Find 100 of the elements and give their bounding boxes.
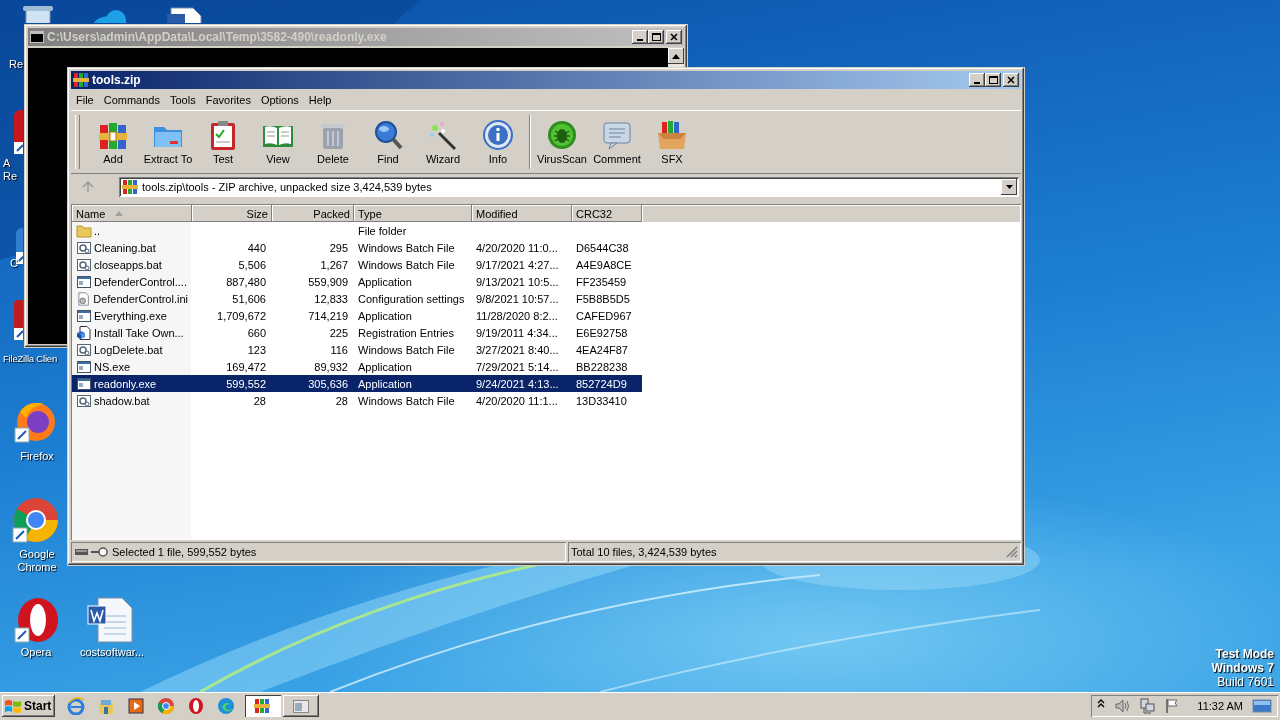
maximize-button[interactable] [648,30,664,44]
file-row[interactable]: Install Take Own... 660 225 Registration Entries 9/19/2011 4:34... E6E92758 [72,324,642,341]
column-header[interactable]: Name [72,205,192,222]
file-row[interactable]: NS.exe 169,472 89,932 Application 7/29/2021 5:14... BB228238 [72,358,642,375]
column-header[interactable]: Packed [272,205,354,222]
icon-label: costsoftwar... [78,646,146,659]
path-field[interactable]: tools.zip\tools - ZIP archive, unpacked size 3,424,539 bytes [119,177,1019,197]
toolbar-button[interactable]: Info [471,119,525,165]
status-text: Total 10 files, 3,424,539 bytes [571,546,717,558]
browser-icon[interactable] [12,496,60,544]
settings-file-icon [76,290,92,307]
toolbar-button[interactable]: Find [361,119,415,165]
search-icon [372,119,404,151]
table-cell-text: Windows Batch File [357,241,456,254]
windows-logo-icon [4,698,22,714]
minimize-button[interactable] [632,30,648,44]
table-cell-text: Application [357,275,413,288]
toolbar-button[interactable]: Wizard [416,119,470,165]
file-row[interactable]: shadow.bat 28 28 Windows Batch File 4/20/2020 11:1... 13D33410 [72,392,642,409]
close-icon [670,33,678,41]
toolbar-button[interactable]: Comment [590,119,644,165]
table-cell-text: 28 [252,394,267,407]
table-cell-text: F5B8B5D5 [575,292,631,305]
toolbar-button[interactable]: Test [196,119,250,165]
file-name: shadow.bat [94,394,150,407]
document-icon[interactable] [86,596,134,644]
table-cell-text: 5,506 [237,258,267,271]
flag-icon[interactable] [1164,698,1181,714]
console-icon [30,31,44,43]
file-row[interactable]: DefenderControl.... 887,480 559,909 Application 9/13/2021 10:5... FF235459 [72,273,642,290]
archive-icon [122,179,138,195]
file-name: .. [94,224,101,237]
maximize-button[interactable] [985,73,1001,87]
start-button[interactable]: Start [2,695,56,717]
menu-item[interactable]: Help [303,94,337,106]
table-cell-text: 225 [328,326,349,339]
clock[interactable]: 11:32 AM [1197,700,1243,712]
table-cell-text: 9/24/2021 4:13... [475,377,560,390]
table-cell-text: 440 [246,241,267,254]
caret-icon [1005,185,1013,189]
document-icon[interactable] [165,6,205,23]
menu-item[interactable]: Tools [165,94,201,106]
bug-icon [546,119,578,151]
gear-file-icon [76,392,92,409]
close-button[interactable] [666,30,682,44]
toolbar-button[interactable]: SFX [645,119,699,165]
table-cell-text: File folder [357,224,408,237]
show-desktop-icon[interactable] [1252,698,1272,714]
icon-label: Google Chrome [16,548,58,574]
resize-grip-icon[interactable] [1006,546,1018,558]
file-row[interactable]: Cleaning.bat 440 295 Windows Batch File 4/20/2020 11:0... D6544C38 [72,239,642,256]
maximize-icon [651,33,661,41]
speaker-icon[interactable] [1114,698,1131,714]
file-row[interactable]: .. File folder [72,222,642,239]
trash-icon[interactable] [20,5,56,23]
column-header[interactable]: CRC32 [572,205,642,222]
dropdown-button[interactable] [1001,179,1017,195]
browser-icon[interactable] [67,697,86,715]
table-cell-text: 7/29/2021 5:14... [475,360,560,373]
play-icon[interactable] [127,697,146,715]
maximize-icon [988,76,998,84]
menu-item[interactable]: Favorites [200,94,256,106]
up-arrow-icon [82,181,94,193]
file-row[interactable]: Everything.exe 1,709,672 714,219 Application 11/28/2020 8:2... CAFED967 [72,307,642,324]
toolbar-button[interactable]: VirusScan [535,119,589,165]
file-name: Install Take Own... [94,326,184,339]
table-cell-text: 559,909 [307,275,349,288]
file-row[interactable]: DefenderControl.ini 51,606 12,833 Configuration settings 9/8/2021 10:57... F5B8B5D5 [72,290,642,307]
menu-item[interactable]: File [71,94,99,106]
edition-text: Test Mode [1215,647,1274,661]
table-cell-text: 599,552 [225,377,267,390]
minimize-button[interactable] [969,73,985,87]
network-icon[interactable] [1139,698,1156,714]
taskbar-button[interactable] [283,695,320,717]
close-icon [1007,76,1015,84]
menu-item[interactable]: Options [255,94,304,106]
close-button[interactable] [1003,73,1019,87]
toolbar-button[interactable]: Delete [306,119,360,165]
file-row[interactable]: closeapps.bat 5,506 1,267 Windows Batch File 9/17/2021 4:27... A4E9A8CE [72,256,642,273]
toolbar-button[interactable]: Add [86,119,140,165]
file-row[interactable]: LogDelete.bat 123 116 Windows Batch File 3/27/2021 8:40... 4EA24F87 [72,341,642,358]
table-cell-text: Application [357,309,413,322]
file-name: closeapps.bat [94,258,162,271]
scroll-up-button[interactable] [668,48,684,64]
table-cell-text: 714,219 [307,309,349,322]
table-cell-text: Windows Batch File [357,258,456,271]
gear-file-icon [76,341,92,358]
taskbar-button[interactable] [245,695,282,717]
column-header[interactable]: Type [354,205,472,222]
table-cell-text: 116 [329,343,349,356]
menu-item[interactable]: Commands [98,94,165,106]
folder-icon[interactable] [97,697,116,715]
browser-icon[interactable] [187,697,206,715]
toolbar-button[interactable]: View [251,119,305,165]
column-header[interactable]: Size [192,205,272,222]
file-row[interactable]: readonly.exe 599,552 305,636 Application 9/24/2021 4:13... 852724D9 [72,375,642,392]
browser-icon[interactable] [157,697,176,715]
edition-text: Windows 7 [1211,661,1274,675]
toolbar-button[interactable]: Extract To [141,119,195,165]
column-header[interactable]: Modified [472,205,572,222]
